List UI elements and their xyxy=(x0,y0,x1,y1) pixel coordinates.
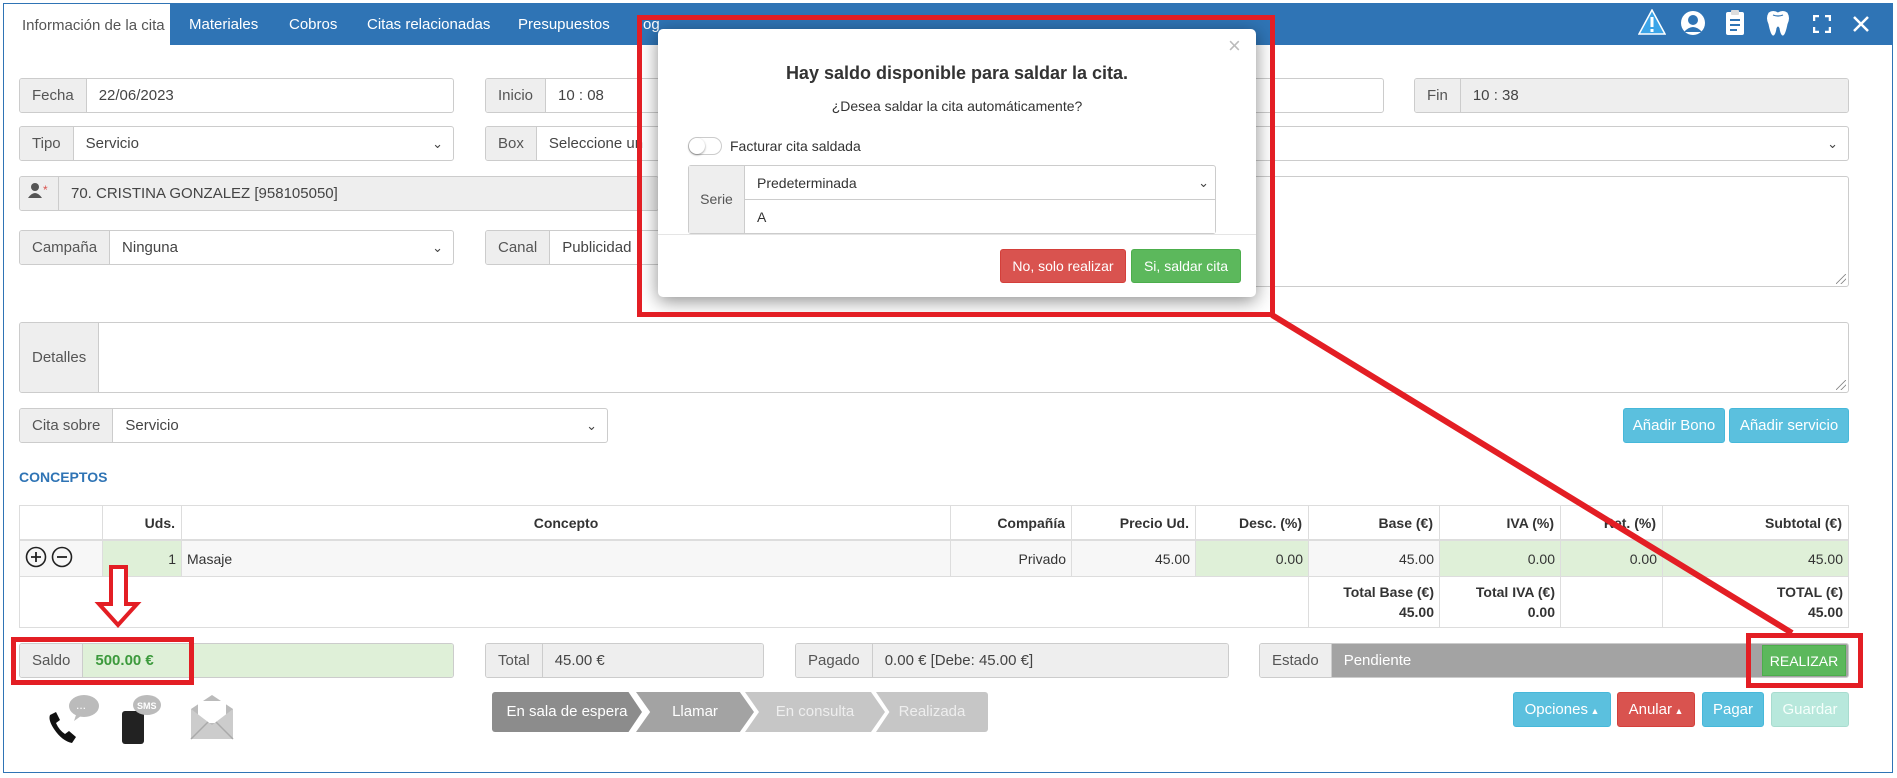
down-arrow-icon xyxy=(94,565,142,628)
connector-line xyxy=(1270,312,1794,636)
annotation-arrows xyxy=(94,312,1794,636)
